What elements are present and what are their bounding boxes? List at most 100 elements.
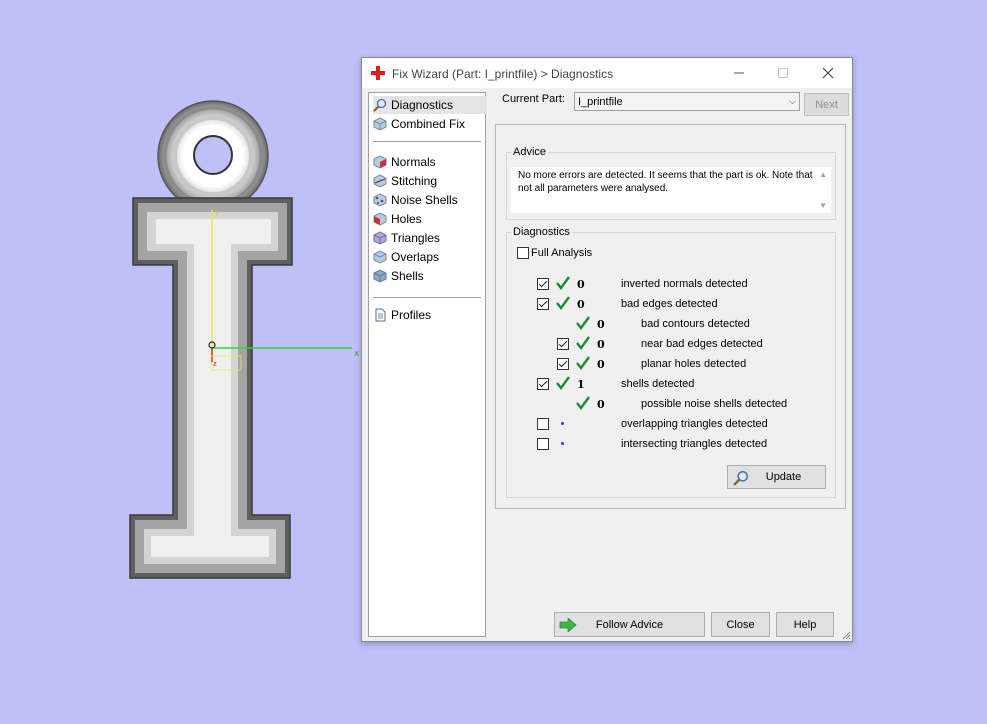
diagnostic-text: intersecting triangles detected	[621, 438, 768, 450]
check-ok-icon	[576, 356, 590, 370]
wizard-nav-panel: Diagnostics Combined Fix Normals Stitchi…	[368, 92, 487, 637]
help-button[interactable]: Help	[776, 612, 834, 637]
svg-text:y: y	[215, 207, 220, 216]
overlapping-triangles-checkbox[interactable]	[537, 418, 549, 430]
check-ok-icon	[556, 376, 570, 390]
nav-item-stitching[interactable]: Stitching	[373, 172, 443, 190]
part-model-render: y x z	[129, 100, 360, 579]
planar-holes-checkbox[interactable]	[557, 358, 569, 370]
diagnostics-group: Diagnostics Full Analysis 0 inverted nor…	[506, 226, 836, 498]
nav-label: Combined Fix	[391, 117, 466, 131]
current-part-select[interactable]: I_printfile ⌵	[574, 92, 800, 111]
fix-wizard-dialog: Fix Wizard (Part: I_printfile) > Diagnos…	[361, 57, 853, 642]
red-cross-icon	[371, 66, 385, 80]
maximize-button[interactable]	[768, 62, 798, 84]
follow-advice-label: Follow Advice	[595, 618, 664, 631]
svg-text:x: x	[354, 349, 360, 359]
check-ok-icon	[556, 276, 570, 290]
diagnostic-text: planar holes detected	[641, 358, 747, 370]
nav-label: Holes	[391, 212, 422, 226]
nav-item-overlaps[interactable]: Overlaps	[373, 248, 445, 266]
nav-item-profiles[interactable]: Profiles	[373, 306, 437, 324]
resize-grip-icon[interactable]	[841, 630, 851, 640]
nav-label: Diagnostics	[391, 98, 454, 112]
holes-cube-icon	[373, 212, 387, 226]
diagnostic-text: overlapping triangles detected	[621, 418, 768, 430]
stitching-cube-icon	[373, 174, 387, 188]
diagnostic-count: 0	[597, 398, 605, 411]
diagnostic-text: bad edges detected	[621, 298, 718, 310]
diagnostic-count: 0	[577, 298, 585, 311]
diagnostic-count: 0	[597, 338, 605, 351]
advice-title: Advice	[511, 146, 549, 158]
diagnostic-count: 0	[577, 278, 585, 291]
3d-viewport[interactable]: y x z	[0, 0, 360, 721]
near-bad-edges-checkbox[interactable]	[557, 338, 569, 350]
close-button[interactable]: Close	[711, 612, 770, 637]
window-title: Fix Wizard (Part: I_printfile) > Diagnos…	[392, 67, 614, 81]
nav-item-noise-shells[interactable]: Noise Shells	[373, 191, 464, 209]
diagnostics-panel: Advice No more errors are detected. It s…	[495, 124, 846, 509]
diagnostic-text: shells detected	[621, 378, 695, 390]
close-window-button[interactable]	[813, 62, 843, 84]
maximize-icon	[778, 68, 788, 78]
bad-edges-checkbox[interactable]	[537, 298, 549, 310]
svg-text:z: z	[213, 360, 217, 368]
overlaps-cube-icon	[373, 250, 387, 264]
diagnostic-text: near bad edges detected	[641, 338, 763, 350]
nav-item-shells[interactable]: Shells	[373, 267, 430, 285]
shells-checkbox[interactable]	[537, 378, 549, 390]
diagnostic-text: inverted normals detected	[621, 278, 748, 290]
shells-icon	[373, 269, 387, 283]
nav-divider	[373, 141, 481, 142]
minimize-icon	[734, 72, 744, 74]
nav-item-triangles[interactable]: Triangles	[373, 229, 446, 247]
nav-divider	[373, 297, 481, 298]
diagnostic-text: bad contours detected	[641, 318, 750, 330]
nav-item-holes[interactable]: Holes	[373, 210, 428, 228]
nav-label: Shells	[391, 269, 424, 283]
nav-item-diagnostics[interactable]: Diagnostics	[373, 96, 487, 114]
not-analysed-dot-icon	[561, 422, 564, 425]
nav-label: Profiles	[391, 308, 432, 322]
nav-item-normals[interactable]: Normals	[373, 153, 442, 171]
diagnostics-title: Diagnostics	[511, 226, 572, 238]
check-ok-icon	[556, 296, 570, 310]
advice-group: Advice No more errors are detected. It s…	[506, 146, 836, 220]
nav-label: Noise Shells	[391, 193, 458, 207]
check-ok-icon	[576, 316, 590, 330]
diagnostic-count: 1	[577, 378, 585, 391]
nav-item-combined-fix[interactable]: Combined Fix	[373, 115, 471, 133]
green-arrow-icon	[559, 618, 577, 632]
inverted-normals-checkbox[interactable]	[537, 278, 549, 290]
scroll-down-icon[interactable]: ▼	[819, 201, 827, 210]
minimize-button[interactable]	[724, 62, 754, 84]
diagnostic-count: 0	[597, 318, 605, 331]
check-ok-icon	[576, 336, 590, 350]
advice-text: No more errors are detected. It seems th…	[518, 170, 813, 194]
normals-cube-icon	[373, 155, 387, 169]
advice-textbox[interactable]: No more errors are detected. It seems th…	[511, 167, 831, 213]
title-bar[interactable]: Fix Wizard (Part: I_printfile) > Diagnos…	[362, 58, 852, 88]
scroll-up-icon[interactable]: ▲	[819, 170, 827, 179]
nav-label: Triangles	[391, 231, 440, 245]
not-analysed-dot-icon	[561, 442, 564, 445]
magnifier-icon	[373, 98, 387, 112]
update-button[interactable]: Update	[727, 465, 826, 489]
document-icon	[375, 308, 386, 322]
follow-advice-button[interactable]: Follow Advice	[554, 612, 705, 637]
intersecting-triangles-checkbox[interactable]	[537, 438, 549, 450]
current-part-label: Current Part:	[502, 93, 565, 105]
nav-label: Stitching	[391, 174, 438, 188]
full-analysis-checkbox[interactable]	[517, 247, 529, 259]
next-button[interactable]: Next	[804, 93, 849, 116]
nav-label: Normals	[391, 155, 436, 169]
current-part-value: I_printfile	[578, 96, 623, 108]
full-analysis-label: Full Analysis	[531, 247, 593, 259]
diagnostic-count: 0	[597, 358, 605, 371]
diagnostic-text: possible noise shells detected	[641, 398, 788, 410]
check-ok-icon	[576, 396, 590, 410]
cube-icon	[373, 117, 387, 131]
close-icon	[822, 67, 834, 79]
update-label: Update	[765, 471, 802, 483]
